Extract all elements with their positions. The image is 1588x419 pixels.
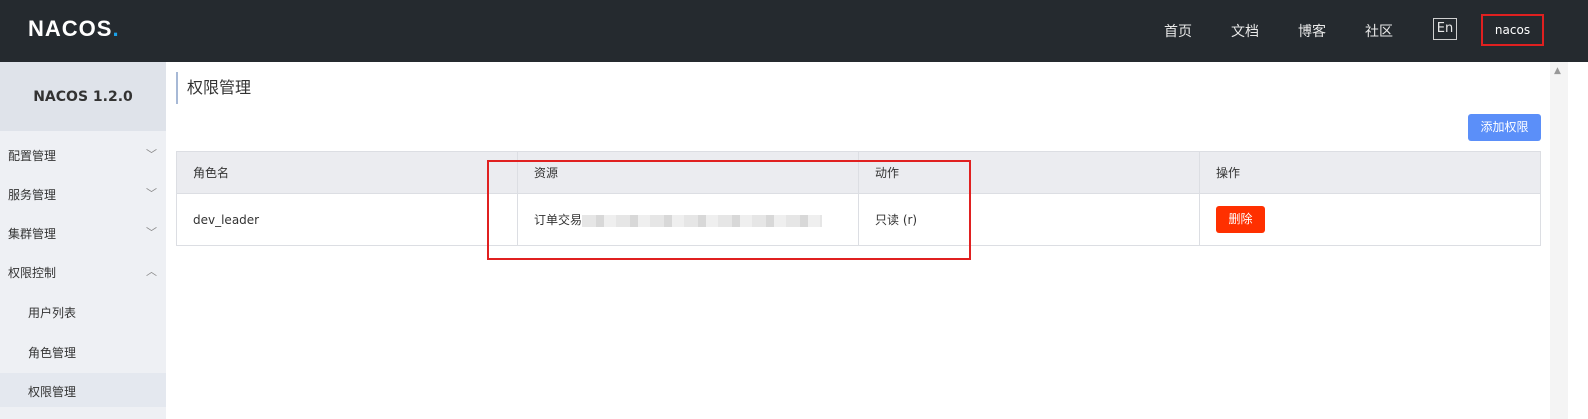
- sidebar-item-label: 配置管理: [8, 149, 57, 163]
- sidebar-item-user-list[interactable]: 用户列表: [0, 294, 166, 328]
- nav-blog[interactable]: 博客: [1298, 21, 1326, 41]
- sidebar-item-cluster[interactable]: 集群管理 ﹀: [0, 217, 166, 247]
- nav-docs[interactable]: 文档: [1231, 21, 1259, 41]
- sidebar-item-label: 用户列表: [28, 306, 77, 320]
- chevron-down-icon: ﹀: [146, 226, 157, 239]
- sidebar-item-label: 角色管理: [28, 346, 77, 360]
- sidebar-item-config[interactable]: 配置管理 ﹀: [0, 139, 166, 169]
- scroll-up-icon[interactable]: ▲: [1554, 66, 1561, 76]
- sidebar-version-title: NACOS 1.2.0: [0, 62, 166, 131]
- sidebar-item-auth[interactable]: 权限控制 ︿: [0, 256, 166, 286]
- scrollbar[interactable]: ▲: [1550, 62, 1568, 419]
- sidebar-item-role-management[interactable]: 角色管理: [0, 334, 166, 368]
- sidebar-item-label: 集群管理: [8, 227, 57, 241]
- sidebar-item-service[interactable]: 服务管理 ﹀: [0, 178, 166, 208]
- cell-operation: 删除: [1199, 193, 1541, 246]
- page-title: 权限管理: [176, 72, 251, 104]
- highlight-annotation: [487, 160, 971, 260]
- top-navbar: NACOS. 首页 文档 博客 社区 En nacos: [0, 0, 1588, 62]
- column-header-operation: 操作: [1199, 151, 1541, 194]
- sidebar-item-label: 权限控制: [8, 266, 57, 280]
- delete-button[interactable]: 删除: [1216, 206, 1265, 233]
- sidebar-item-label: 权限管理: [28, 385, 77, 399]
- user-menu[interactable]: nacos: [1481, 14, 1544, 46]
- add-permission-button[interactable]: 添加权限: [1468, 114, 1541, 141]
- chevron-down-icon: ﹀: [146, 187, 157, 200]
- sidebar-item-label: 服务管理: [8, 188, 57, 202]
- sidebar: NACOS 1.2.0 配置管理 ﹀ 服务管理 ﹀ 集群管理 ﹀ 权限控制 ︿ …: [0, 62, 166, 419]
- nav-home[interactable]: 首页: [1164, 21, 1192, 41]
- nacos-logo[interactable]: NACOS.: [28, 16, 120, 42]
- nav-community[interactable]: 社区: [1365, 21, 1393, 41]
- column-header-role: 角色名: [176, 151, 518, 194]
- sidebar-item-permission-management[interactable]: 权限管理: [0, 373, 166, 407]
- chevron-down-icon: ﹀: [146, 148, 157, 161]
- cell-role: dev_leader: [176, 193, 518, 246]
- chevron-up-icon: ︿: [146, 265, 157, 278]
- language-toggle[interactable]: En: [1433, 18, 1457, 40]
